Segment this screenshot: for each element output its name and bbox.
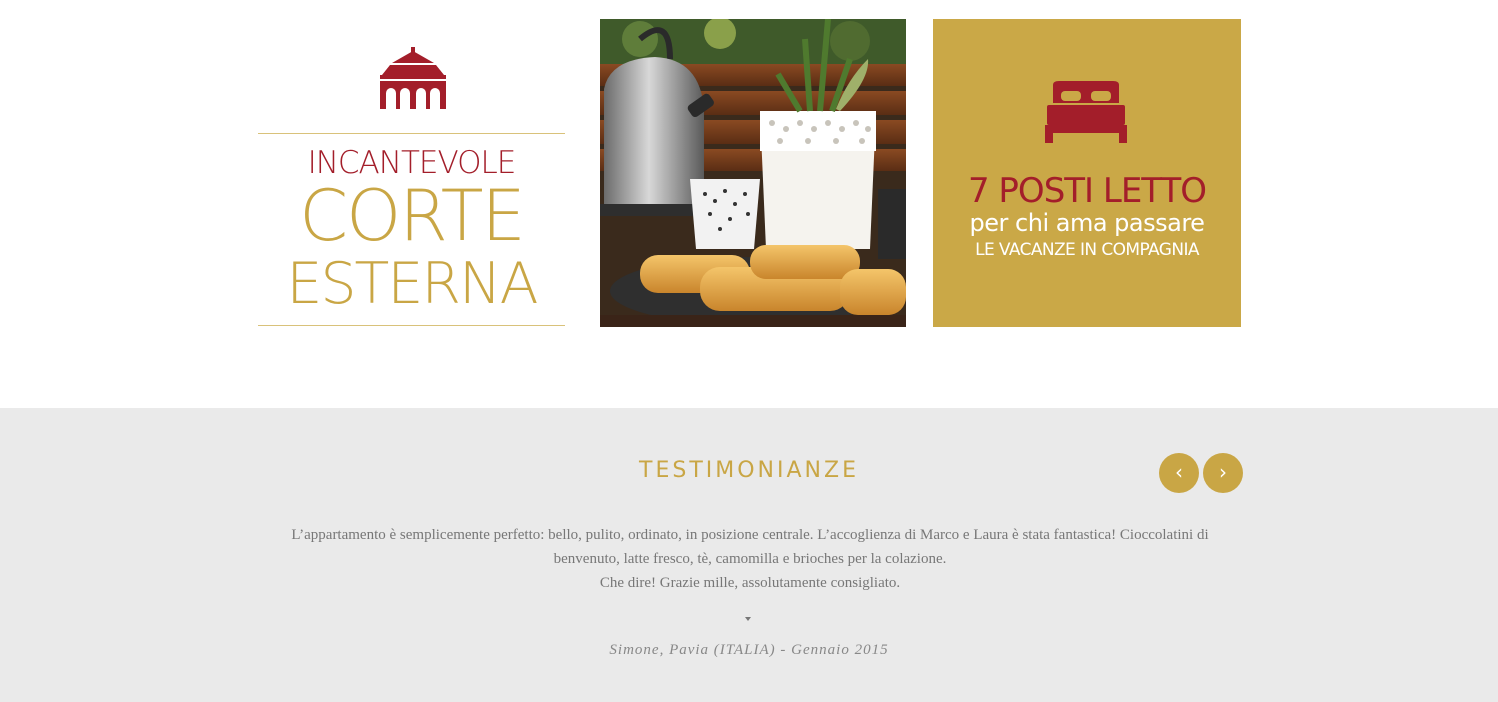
logo-line-esterna: ESTERNA [286,251,538,317]
beds-caption: LE VACANZE IN COMPAGNIA [975,240,1199,260]
quote-text: L’appartamento è semplicemente perfetto:… [291,527,1209,567]
logo-bottom-rule [258,325,565,326]
beds-info-tile: 7 POSTI LETTO per chi ama passare LE VAC… [933,19,1241,327]
chevron-left-icon: ‹ [1175,460,1183,484]
quote-closing: Che dire! Grazie mille, assolutamente co… [599,575,901,591]
breakfast-table-photo [600,19,906,327]
logo-top-rule [258,133,565,134]
testimonials-heading: TESTIMONIANZE [639,458,859,483]
chevron-right-icon: › [1219,460,1227,484]
testimonials-section: TESTIMONIANZE ‹ › L’appartamento è sempl… [0,408,1498,702]
testimonial-author: Simone, Pavia (ITALIA) - Gennaio 2015 [609,642,889,658]
pavilion-icon [380,47,446,109]
feature-tiles-section: INCANTEVOLE CORTE ESTERNA 7 POSTI LETTO … [0,0,1498,408]
beds-title: 7 POSTI LETTO [967,171,1207,211]
beds-subtitle: per chi ama passare [969,209,1205,237]
logo-line-corte: CORTE [299,175,526,257]
corte-esterna-logo-tile: INCANTEVOLE CORTE ESTERNA [258,19,565,327]
testimonial-quote: L’appartamento è semplicemente perfetto:… [260,523,1240,595]
breakfast-photo-tile [600,19,906,327]
caret-down-icon [745,617,751,621]
next-testimonial-button[interactable]: › [1203,453,1243,493]
previous-testimonial-button[interactable]: ‹ [1159,453,1199,493]
bed-icon [1045,81,1127,143]
